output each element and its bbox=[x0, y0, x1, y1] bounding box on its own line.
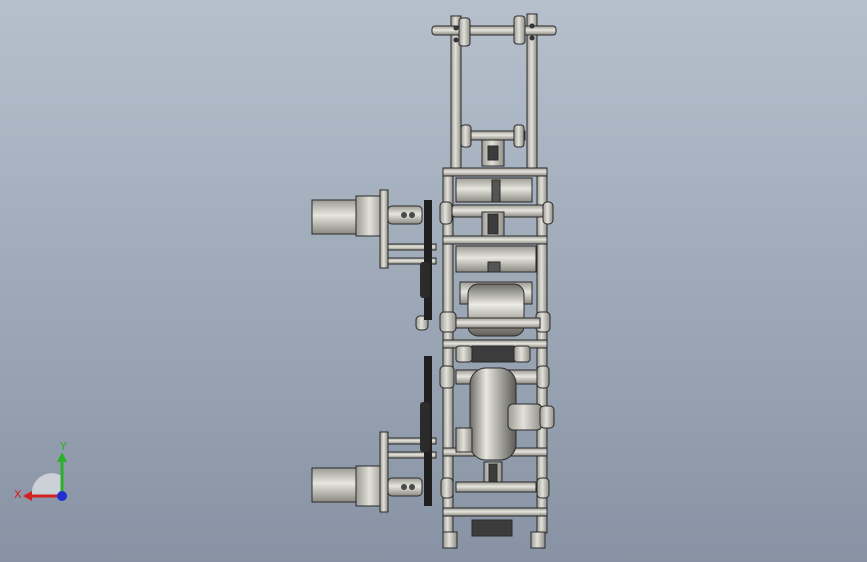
axis-triad[interactable]: Y X bbox=[10, 438, 80, 510]
x-axis-arrow bbox=[23, 491, 32, 501]
triad-plane-quadrant bbox=[31, 473, 62, 496]
model-canvas[interactable] bbox=[0, 0, 867, 562]
y-axis-arrow bbox=[57, 452, 67, 462]
x-axis-label: X bbox=[14, 488, 22, 501]
z-axis-dot bbox=[57, 491, 67, 501]
y-axis-label: Y bbox=[59, 440, 67, 453]
cad-viewport[interactable]: Y X bbox=[0, 0, 867, 562]
viewport-background bbox=[0, 0, 867, 562]
middle-block bbox=[455, 345, 531, 363]
